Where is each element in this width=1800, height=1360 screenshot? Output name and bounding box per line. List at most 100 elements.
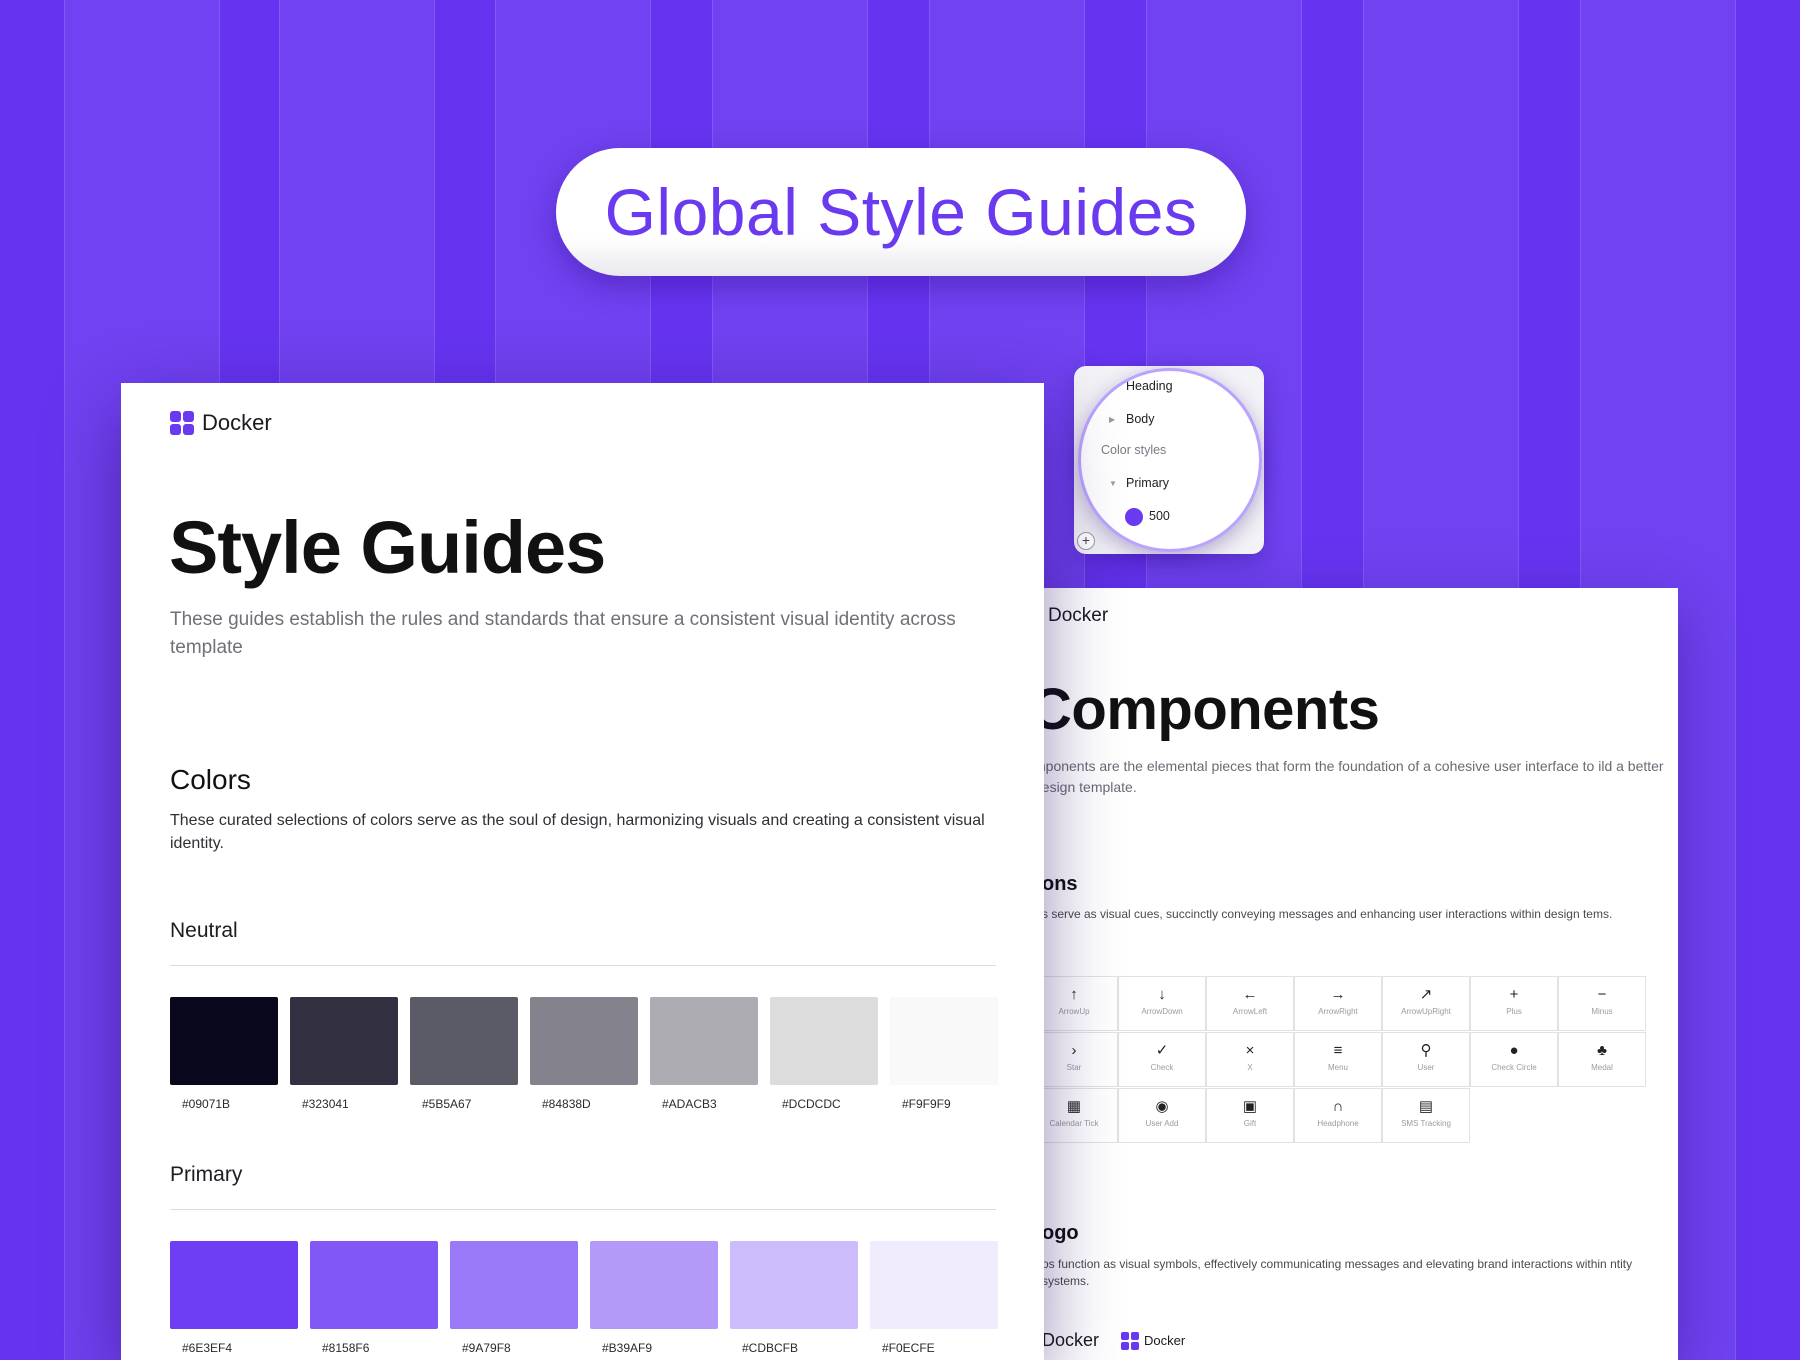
icon-cell[interactable]: → ArrowRight <box>1294 976 1382 1031</box>
primary-heading: Primary <box>170 1163 243 1186</box>
caret-down-icon[interactable]: ▼ <box>1109 479 1117 488</box>
swatch-hex-label: #5B5A67 <box>422 1097 472 1111</box>
icon-cell[interactable]: ✓ Check <box>1118 1032 1206 1087</box>
color-swatch[interactable]: #6E3EF4 <box>170 1241 298 1355</box>
logo-variants: Docker Docker <box>1030 1330 1185 1351</box>
brand-name: Docker <box>202 410 272 435</box>
layer-500[interactable]: 500 <box>1149 509 1170 523</box>
plus-icon[interactable]: + <box>1077 532 1095 550</box>
arrowleft-icon: ← <box>1242 986 1258 1003</box>
icon-cell[interactable]: ↗ ArrowUpRight <box>1382 976 1470 1031</box>
swatch-chip <box>650 997 758 1085</box>
color-dot-icon <box>1125 508 1143 526</box>
color-swatch[interactable]: #84838D <box>530 997 638 1111</box>
icon-cell[interactable]: ← ArrowLeft <box>1206 976 1294 1031</box>
icon-label: Medal <box>1591 1063 1613 1072</box>
icon-label: ArrowUpRight <box>1401 1007 1451 1016</box>
sms-tracking-icon: ▤ <box>1418 1098 1434 1115</box>
x-icon: × <box>1245 1042 1255 1059</box>
components-title: Components <box>1030 677 1380 742</box>
swatch-chip <box>170 1241 298 1329</box>
neutral-heading: Neutral <box>170 919 238 942</box>
primary-divider <box>170 1209 996 1210</box>
logo-description: os function as visual symbols, effective… <box>1042 1257 1633 1288</box>
icon-cell[interactable]: ◉ User Add <box>1118 1088 1206 1143</box>
colors-heading: Colors <box>170 764 251 795</box>
icon-cell[interactable]: ● Check Circle <box>1470 1032 1558 1087</box>
icon-cell[interactable]: ↓ ArrowDown <box>1118 976 1206 1031</box>
icon-label: ArrowDown <box>1141 1007 1183 1016</box>
color-swatch[interactable]: #09071B <box>170 997 278 1111</box>
gift-icon: ▣ <box>1242 1098 1258 1115</box>
color-swatch[interactable]: #CDBCFB <box>730 1241 858 1355</box>
menu-icon: ≡ <box>1333 1042 1343 1059</box>
icon-cell[interactable]: ♣ Medal <box>1558 1032 1646 1087</box>
components-page: Docker Components mponents are the eleme… <box>1030 588 1678 1360</box>
swatch-chip <box>890 997 998 1085</box>
swatch-hex-label: #84838D <box>542 1097 591 1111</box>
icon-label: Check Circle <box>1491 1063 1537 1072</box>
color-swatch[interactable]: #F0ECFE <box>870 1241 998 1355</box>
icon-cell[interactable]: ≡ Menu <box>1294 1032 1382 1087</box>
colors-description: These curated selections of colors serve… <box>170 812 985 852</box>
layer-primary[interactable]: Primary <box>1126 476 1169 490</box>
headphone-icon: ∩ <box>1332 1098 1344 1115</box>
user-icon: ⚲ <box>1420 1042 1432 1059</box>
page-description: These guides establish the rules and sta… <box>170 609 956 658</box>
icon-cell[interactable]: ⚲ User <box>1382 1032 1470 1087</box>
icon-label: ArrowLeft <box>1232 1007 1268 1016</box>
color-swatch[interactable]: #DCDCDC <box>770 997 878 1111</box>
layers-magnifier: Heading ▶ Body Color styles ▼ Primary 50… <box>1078 368 1262 552</box>
swatch-chip <box>870 1241 998 1329</box>
swatch-hex-label: #323041 <box>302 1097 349 1111</box>
swatch-chip <box>590 1241 718 1329</box>
icon-cell[interactable]: ∩ Headphone <box>1294 1088 1382 1143</box>
icons-heading: ons <box>1042 873 1078 895</box>
swatch-hex-label: #F0ECFE <box>882 1341 935 1355</box>
swatch-chip <box>310 1241 438 1329</box>
color-swatch[interactable]: #9A79F8 <box>450 1241 578 1355</box>
color-swatch[interactable]: #5B5A67 <box>410 997 518 1111</box>
swatch-hex-label: #09071B <box>182 1097 231 1111</box>
neutral-swatches: #09071B #323041 #5B5A67 #84838D #ADACB3 #DCDC… <box>170 997 1010 1111</box>
minus-icon: − <box>1597 986 1607 1003</box>
icon-label: Minus <box>1591 1007 1613 1016</box>
icon-label: Check <box>1150 1063 1174 1072</box>
layer-color-styles[interactable]: Color styles <box>1101 443 1166 457</box>
swatch-hex-label: #6E3EF4 <box>182 1341 233 1355</box>
icon-cell[interactable]: ▤ SMS Tracking <box>1382 1088 1470 1143</box>
docker-logo-icon <box>170 411 194 435</box>
color-swatch[interactable]: #F9F9F9 <box>890 997 998 1111</box>
swatch-chip <box>730 1241 858 1329</box>
check-circle-icon: ● <box>1509 1042 1519 1059</box>
icon-cell[interactable]: + Plus <box>1470 976 1558 1031</box>
swatch-chip <box>530 997 638 1085</box>
components-description: mponents are the elemental pieces that f… <box>1034 758 1664 795</box>
neutral-divider <box>170 965 996 966</box>
icon-cell[interactable]: ▣ Gift <box>1206 1088 1294 1143</box>
icon-cell[interactable]: × X <box>1206 1032 1294 1087</box>
primary-swatches: #6E3EF4 #8158F6 #9A79F8 #B39AF9 #CDBCFB #F0EC… <box>170 1241 1010 1355</box>
components-brand: Docker <box>1048 605 1109 626</box>
arrowdown-icon: ↓ <box>1158 986 1166 1003</box>
color-swatch[interactable]: #323041 <box>290 997 398 1111</box>
style-guides-page: Docker Style Guides These guides establi… <box>121 383 1044 1360</box>
arrowupright-icon: ↗ <box>1419 986 1433 1003</box>
plus-icon: + <box>1509 986 1519 1003</box>
color-swatch[interactable]: #ADACB3 <box>650 997 758 1111</box>
color-swatch[interactable]: #8158F6 <box>310 1241 438 1355</box>
brand: Docker <box>170 410 272 436</box>
layer-body[interactable]: Body <box>1126 412 1155 426</box>
icon-cell[interactable]: − Minus <box>1558 976 1646 1031</box>
swatch-chip <box>290 997 398 1085</box>
caret-right-icon[interactable]: ▶ <box>1109 415 1115 424</box>
swatch-hex-label: #B39AF9 <box>602 1341 653 1355</box>
swatch-chip <box>770 997 878 1085</box>
swatch-hex-label: #8158F6 <box>322 1341 370 1355</box>
docker-logo-icon <box>1121 1331 1140 1350</box>
layer-heading[interactable]: Heading <box>1126 379 1173 393</box>
medal-icon: ♣ <box>1597 1042 1607 1059</box>
swatch-hex-label: #DCDCDC <box>782 1097 841 1111</box>
color-swatch[interactable]: #B39AF9 <box>590 1241 718 1355</box>
banner-title: Global Style Guides <box>604 175 1198 249</box>
